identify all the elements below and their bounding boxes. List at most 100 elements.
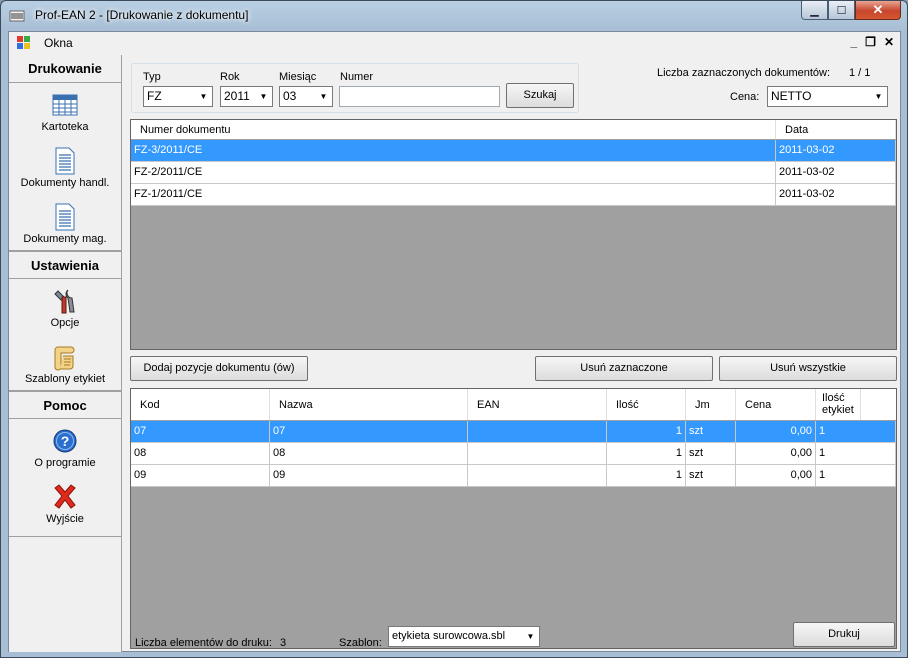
sidebar-item-wyjscie[interactable]: Wyjście xyxy=(9,475,121,537)
sidebar-item-label: O programie xyxy=(34,457,96,469)
column-header-cena[interactable]: Cena xyxy=(736,389,816,420)
chevron-down-icon: ▼ xyxy=(259,92,268,101)
position-ilosc: 1 xyxy=(607,421,686,442)
position-ean xyxy=(468,421,607,442)
position-row[interactable]: 08 08 1 szt 0,00 1 xyxy=(131,443,896,465)
app-icon xyxy=(9,10,25,22)
sidebar-item-o-programie[interactable]: ? O programie xyxy=(9,419,121,475)
positions-grid[interactable]: Kod Nazwa EAN Ilość Jm Cena Ilość etykie… xyxy=(130,388,897,649)
position-nazwa: 09 xyxy=(270,465,468,486)
column-header-ean[interactable]: EAN xyxy=(468,389,607,420)
miesiac-value: 03 xyxy=(283,89,297,103)
mdi-child-icon[interactable] xyxy=(17,36,31,50)
table-icon xyxy=(52,94,78,116)
position-ean xyxy=(468,443,607,464)
position-kod: 07 xyxy=(131,421,270,442)
column-header-ilosc[interactable]: Ilość xyxy=(607,389,686,420)
position-cena: 0,00 xyxy=(736,443,816,464)
mdi-restore-icon[interactable]: ❐ xyxy=(865,35,876,49)
template-label: Szablon: xyxy=(339,637,382,649)
sidebar-item-label: Dokumenty handl. xyxy=(20,177,110,189)
position-row[interactable]: 07 07 1 szt 0,00 1 xyxy=(131,421,896,443)
print-button[interactable]: Drukuj xyxy=(793,622,895,647)
sidebar-item-label: Szablony etykiet xyxy=(24,373,106,385)
maximize-button[interactable]: ☐ xyxy=(828,1,855,20)
document-icon xyxy=(55,203,75,231)
document-data: 2011-03-02 xyxy=(776,140,896,161)
remove-selected-button[interactable]: Usuń zaznaczone xyxy=(535,356,713,381)
position-cena: 0,00 xyxy=(736,421,816,442)
document-row[interactable]: FZ-3/2011/CE 2011-03-02 xyxy=(131,140,896,162)
document-numer: FZ-1/2011/CE xyxy=(131,184,776,205)
sidebar-item-dokumenty-handl[interactable]: Dokumenty handl. xyxy=(9,139,121,195)
position-jm: szt xyxy=(686,465,736,486)
remove-all-button[interactable]: Usuń wszystkie xyxy=(719,356,897,381)
miesiac-label: Miesiąc xyxy=(279,71,317,83)
column-header-kod[interactable]: Kod xyxy=(131,389,270,420)
mdi-close-icon[interactable]: ✕ xyxy=(884,35,894,49)
position-ean xyxy=(468,465,607,486)
document-row[interactable]: FZ-2/2011/CE 2011-03-02 xyxy=(131,162,896,184)
position-jm: szt xyxy=(686,421,736,442)
sidebar-item-label: Kartoteka xyxy=(41,121,89,133)
filter-group: Typ FZ ▼ Rok 2011 ▼ Miesiąc 03 ▼ Numer S… xyxy=(131,63,579,113)
sidebar: Drukowanie Kartoteka Dokumenty handl. Do… xyxy=(9,55,122,652)
sidebar-item-kartoteka[interactable]: Kartoteka xyxy=(9,83,121,139)
document-row[interactable]: FZ-1/2011/CE 2011-03-02 xyxy=(131,184,896,206)
sidebar-item-label: Opcje xyxy=(50,317,80,329)
title-bar[interactable]: Prof-EAN 2 - [Drukowanie z dokumentu] ▁ … xyxy=(1,1,907,31)
sidebar-item-dokumenty-mag[interactable]: Dokumenty mag. xyxy=(9,195,121,251)
close-x-icon xyxy=(54,484,76,509)
chevron-down-icon: ▼ xyxy=(319,92,328,101)
search-button[interactable]: Szukaj xyxy=(506,83,574,108)
scroll-icon xyxy=(54,346,75,371)
elements-count-label: Liczba elementów do druku: xyxy=(135,637,272,649)
document-data: 2011-03-02 xyxy=(776,162,896,183)
position-ilosc: 1 xyxy=(607,465,686,486)
typ-select[interactable]: FZ ▼ xyxy=(143,86,213,107)
document-data: 2011-03-02 xyxy=(776,184,896,205)
column-header-nazwa[interactable]: Nazwa xyxy=(270,389,468,420)
document-icon xyxy=(55,147,75,175)
rok-value: 2011 xyxy=(224,89,250,103)
position-etykiet: 1 xyxy=(816,421,896,442)
column-header-numer[interactable]: Numer dokumentu xyxy=(131,120,776,139)
miesiac-select[interactable]: 03 ▼ xyxy=(279,86,333,107)
close-button[interactable]: ✕ xyxy=(855,1,901,20)
sidebar-item-label: Wyjście xyxy=(46,513,84,525)
position-nazwa: 07 xyxy=(270,421,468,442)
document-numer: FZ-3/2011/CE xyxy=(131,140,776,161)
sidebar-section-drukowanie: Drukowanie xyxy=(9,55,121,83)
minimize-icon: ▁ xyxy=(810,4,819,17)
numer-input[interactable] xyxy=(339,86,500,107)
column-header-data[interactable]: Data xyxy=(776,120,896,139)
sidebar-item-label: Dokumenty mag. xyxy=(23,233,107,245)
column-header-ilosc-etykiet[interactable]: Ilość etykiet xyxy=(816,389,861,420)
sidebar-item-szablony[interactable]: Szablony etykiet xyxy=(9,335,121,391)
rok-label: Rok xyxy=(220,71,240,83)
chevron-down-icon: ▼ xyxy=(199,92,208,101)
position-row[interactable]: 09 09 1 szt 0,00 1 xyxy=(131,465,896,487)
numer-label: Numer xyxy=(340,71,374,83)
typ-value: FZ xyxy=(147,89,162,103)
menu-okna[interactable]: Okna xyxy=(44,36,73,50)
position-etykiet: 1 xyxy=(816,443,896,464)
sidebar-item-opcje[interactable]: Opcje xyxy=(9,279,121,335)
chevron-down-icon: ▼ xyxy=(526,632,535,641)
add-positions-button[interactable]: Dodaj pozycje dokumentu (ów) xyxy=(130,356,308,381)
svg-text:?: ? xyxy=(61,433,70,449)
minimize-button[interactable]: ▁ xyxy=(801,1,828,20)
position-kod: 08 xyxy=(131,443,270,464)
sidebar-section-pomoc: Pomoc xyxy=(9,391,121,419)
rok-select[interactable]: 2011 ▼ xyxy=(220,86,273,107)
column-header-jm[interactable]: Jm xyxy=(686,389,736,420)
typ-label: Typ xyxy=(143,71,161,83)
template-select[interactable]: etykieta surowcowa.sbl ▼ xyxy=(388,626,540,647)
cena-value: NETTO xyxy=(771,89,812,103)
cena-select[interactable]: NETTO ▼ xyxy=(767,86,888,107)
chevron-down-icon: ▼ xyxy=(874,92,883,101)
mdi-minimize-icon[interactable]: _ xyxy=(850,35,857,49)
window-title: Prof-EAN 2 - [Drukowanie z dokumentu] xyxy=(35,8,249,22)
selected-count-label: Liczba zaznaczonych dokumentów: xyxy=(657,67,831,79)
documents-grid[interactable]: Numer dokumentu Data FZ-3/2011/CE 2011-0… xyxy=(130,119,897,350)
